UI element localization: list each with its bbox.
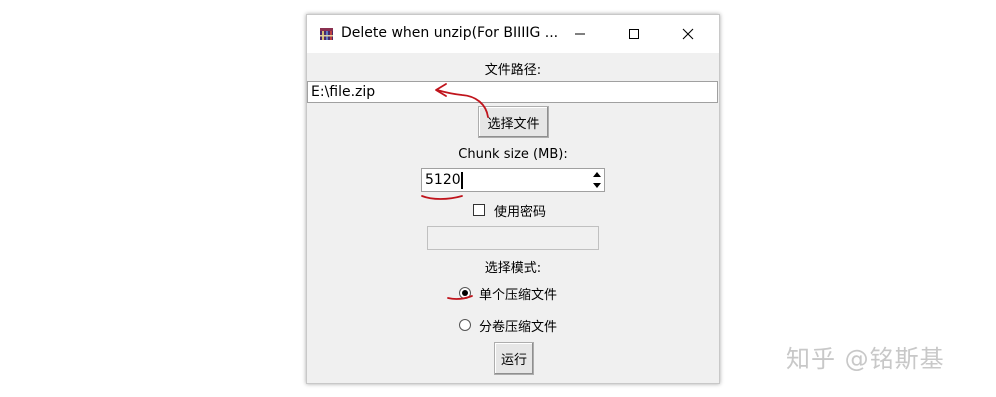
mode-single-label: 单个压缩文件 bbox=[479, 287, 558, 303]
title-bar[interactable]: Delete when unzip(For BIIIIG ... bbox=[307, 15, 719, 53]
chunk-size-spinbox[interactable]: 5120 bbox=[421, 168, 605, 192]
mode-label: 选择模式: bbox=[484, 261, 542, 276]
use-password-option[interactable]: 使用密码 bbox=[473, 201, 547, 220]
maximize-button[interactable] bbox=[611, 15, 657, 53]
run-button[interactable]: 运行 bbox=[494, 342, 534, 375]
window-title: Delete when unzip(For BIIIIG ... bbox=[341, 25, 559, 41]
chunk-size-value: 5120 bbox=[425, 172, 461, 188]
mode-split-radio[interactable] bbox=[459, 319, 471, 331]
chunk-size-label: Chunk size (MB): bbox=[458, 147, 568, 162]
app-window: Delete when unzip(For BIIIIG ... 文件路径: E… bbox=[306, 14, 720, 384]
file-path-input[interactable]: E:\file.zip bbox=[307, 81, 718, 103]
maximize-icon bbox=[629, 29, 639, 39]
mode-split-label: 分卷压缩文件 bbox=[479, 319, 558, 335]
use-password-label: 使用密码 bbox=[494, 204, 547, 220]
close-icon bbox=[682, 28, 694, 40]
text-caret bbox=[461, 172, 463, 189]
minimize-button[interactable] bbox=[557, 15, 603, 53]
select-file-button[interactable]: 选择文件 bbox=[478, 106, 549, 138]
use-password-checkbox[interactable] bbox=[473, 204, 485, 216]
minimize-icon bbox=[575, 33, 585, 35]
spin-arrows[interactable] bbox=[591, 170, 603, 190]
spin-down-icon[interactable] bbox=[593, 183, 601, 188]
password-input[interactable] bbox=[427, 226, 599, 250]
screenshot-page: Delete when unzip(For BIIIIG ... 文件路径: E… bbox=[0, 0, 996, 397]
spin-up-icon[interactable] bbox=[593, 172, 601, 177]
file-path-label: 文件路径: bbox=[484, 63, 542, 78]
app-icon bbox=[320, 28, 333, 40]
close-button[interactable] bbox=[665, 15, 711, 53]
watermark: 知乎 @铭斯基 bbox=[786, 345, 945, 373]
mode-single-radio[interactable] bbox=[459, 287, 471, 299]
mode-option-split[interactable]: 分卷压缩文件 bbox=[459, 316, 558, 335]
mode-option-single[interactable]: 单个压缩文件 bbox=[459, 284, 558, 303]
